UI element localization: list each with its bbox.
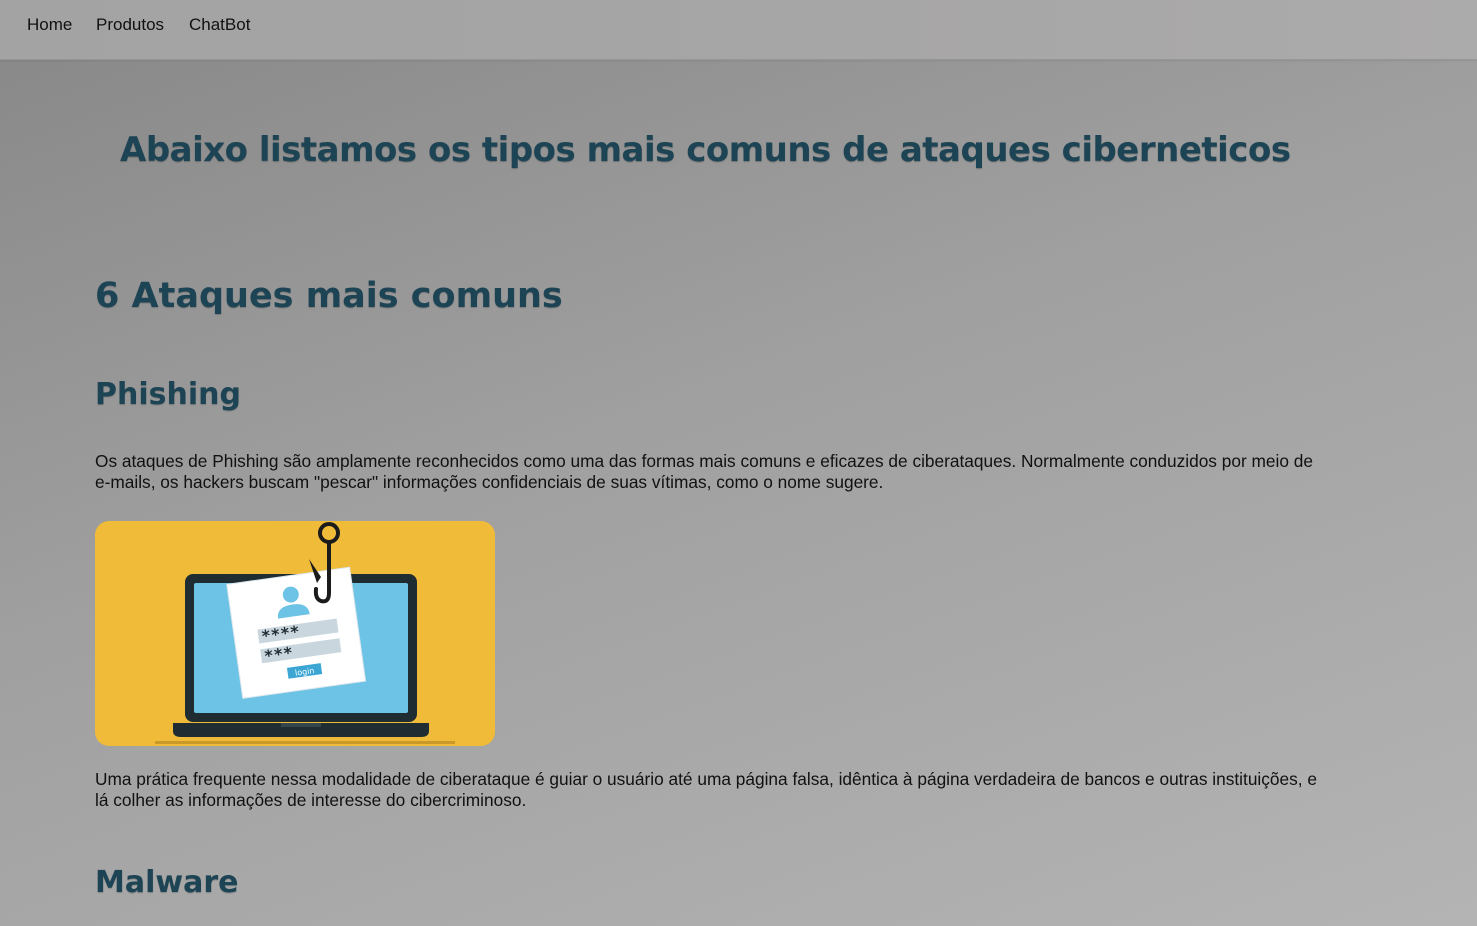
password-mask-2: ***: [263, 643, 294, 666]
phishing-illustration: **** *** login: [95, 521, 495, 746]
phishing-laptop-image: **** *** login: [95, 521, 495, 746]
top-navbar: Home Produtos ChatBot: [0, 0, 1477, 60]
phishing-description: Os ataques de Phishing são amplamente re…: [95, 451, 1314, 492]
nav-link-produtos[interactable]: Produtos: [96, 15, 164, 35]
nav-link-home[interactable]: Home: [27, 15, 72, 35]
attack-heading-phishing: Phishing: [95, 377, 241, 412]
section-title: 6 Ataques mais comuns: [95, 276, 563, 316]
phishing-detail: Uma prática frequente nessa modalidade d…: [95, 769, 1317, 810]
laptop-shadow: [155, 741, 455, 744]
page-banner-title: Abaixo listamos os tipos mais comuns de …: [120, 130, 1291, 170]
login-card: **** *** login: [226, 566, 367, 699]
attack-heading-malware: Malware: [95, 865, 239, 900]
nav-link-chatbot[interactable]: ChatBot: [189, 15, 250, 35]
laptop-notch: [281, 723, 321, 727]
